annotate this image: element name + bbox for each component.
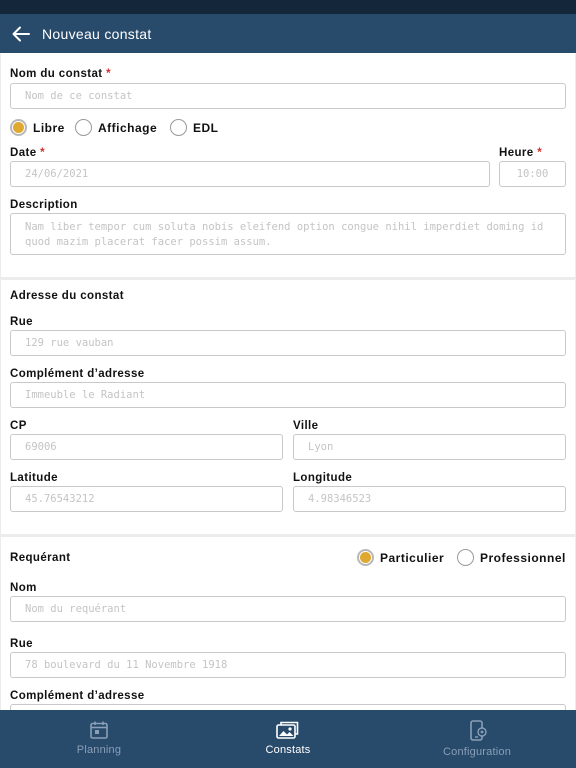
requester-card: Requérant Particulier Professionnel Nom … bbox=[1, 537, 575, 710]
longitude-input[interactable] bbox=[294, 487, 565, 511]
latitude-field[interactable] bbox=[10, 486, 283, 512]
phone-settings-icon bbox=[470, 720, 487, 741]
description-label: Description bbox=[10, 199, 78, 211]
latitude-label: Latitude bbox=[10, 472, 58, 484]
city-field[interactable] bbox=[293, 434, 566, 460]
requester-street-label: Rue bbox=[10, 638, 33, 650]
constat-name-input[interactable] bbox=[11, 84, 565, 108]
requester-particulier-radio[interactable]: Particulier bbox=[357, 549, 444, 566]
type-affichage-radio[interactable]: Affichage bbox=[75, 119, 157, 136]
arrow-left-icon bbox=[12, 26, 30, 41]
form-scroll-area[interactable]: Nom du constat * Libre Affichage EDL Dat… bbox=[0, 53, 576, 710]
date-field[interactable] bbox=[10, 161, 490, 187]
back-button[interactable] bbox=[0, 14, 42, 53]
postal-code-field[interactable] bbox=[10, 434, 283, 460]
app-bar: Nouveau constat bbox=[0, 14, 576, 53]
type-edl-radio[interactable]: EDL bbox=[170, 119, 219, 136]
description-input[interactable] bbox=[11, 214, 565, 254]
type-libre-radio[interactable]: Libre bbox=[10, 119, 65, 136]
images-icon bbox=[276, 721, 299, 739]
status-bar bbox=[0, 0, 576, 14]
address-card: Adresse du constat Rue Complément d’adre… bbox=[1, 280, 575, 534]
page-title: Nouveau constat bbox=[42, 25, 152, 42]
constat-name-label: Nom du constat * bbox=[10, 68, 111, 80]
time-field[interactable] bbox=[499, 161, 566, 187]
postal-code-label: CP bbox=[10, 420, 27, 432]
radio-checked-icon bbox=[10, 119, 27, 136]
time-label: Heure * bbox=[499, 147, 543, 159]
radio-checked-icon bbox=[357, 549, 374, 566]
description-field[interactable] bbox=[10, 213, 566, 255]
requester-name-field[interactable] bbox=[10, 596, 566, 622]
requester-professionnel-radio[interactable]: Professionnel bbox=[457, 549, 566, 566]
postal-code-input[interactable] bbox=[11, 435, 282, 459]
date-input[interactable] bbox=[11, 162, 489, 186]
radio-unchecked-icon bbox=[457, 549, 474, 566]
complement-input[interactable] bbox=[11, 383, 565, 407]
requester-name-label: Nom bbox=[10, 582, 37, 594]
complement-field[interactable] bbox=[10, 382, 566, 408]
street-field[interactable] bbox=[10, 330, 566, 356]
address-section-title: Adresse du constat bbox=[10, 290, 124, 302]
requester-street-field[interactable] bbox=[10, 652, 566, 678]
constat-name-field[interactable] bbox=[10, 83, 566, 109]
street-label: Rue bbox=[10, 316, 33, 328]
city-label: Ville bbox=[293, 420, 319, 432]
date-label: Date * bbox=[10, 147, 46, 159]
longitude-label: Longitude bbox=[293, 472, 353, 484]
time-input[interactable] bbox=[500, 162, 565, 186]
nav-configuration[interactable]: Configuration bbox=[381, 710, 573, 768]
constat-card: Nom du constat * Libre Affichage EDL Dat… bbox=[1, 53, 575, 277]
latitude-input[interactable] bbox=[11, 487, 282, 511]
radio-unchecked-icon bbox=[75, 119, 92, 136]
nav-constats[interactable]: Constats bbox=[192, 710, 384, 768]
bottom-navigation: Planning Constats Configuration bbox=[0, 710, 576, 768]
street-input[interactable] bbox=[11, 331, 565, 355]
complement-label: Complément d’adresse bbox=[10, 368, 145, 380]
nav-planning[interactable]: Planning bbox=[3, 710, 195, 768]
longitude-field[interactable] bbox=[293, 486, 566, 512]
calendar-icon bbox=[90, 721, 108, 739]
requester-section-title: Requérant bbox=[10, 552, 71, 564]
city-input[interactable] bbox=[294, 435, 565, 459]
requester-name-input[interactable] bbox=[11, 597, 565, 621]
requester-complement-label: Complément d’adresse bbox=[10, 690, 145, 702]
radio-unchecked-icon bbox=[170, 119, 187, 136]
requester-street-input[interactable] bbox=[11, 653, 565, 677]
